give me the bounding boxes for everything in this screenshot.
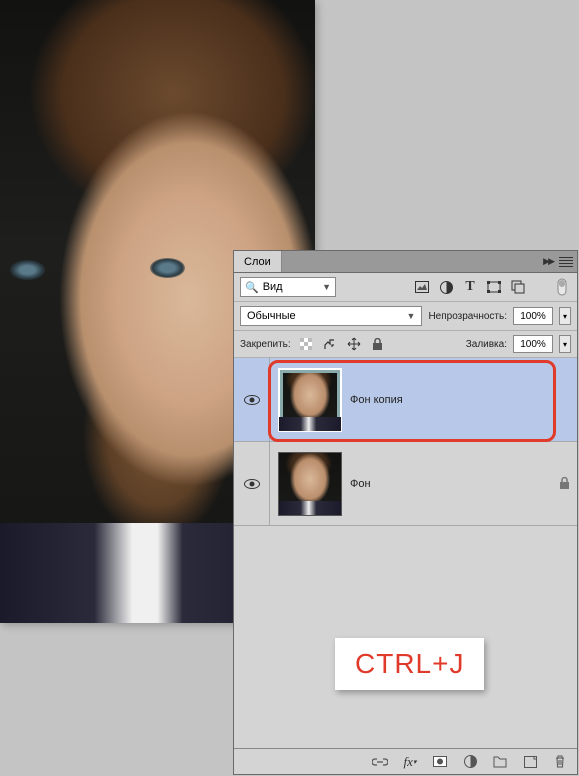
layer-row[interactable]: Фон <box>234 442 577 526</box>
filter-label: Вид <box>263 281 318 293</box>
lock-icon <box>559 477 570 490</box>
lock-all-button[interactable] <box>369 335 387 353</box>
opacity-label: Непрозрачность: <box>428 311 507 322</box>
fill-value: 100% <box>520 339 546 350</box>
layer-mask-button[interactable] <box>431 753 449 771</box>
filter-toggle-switch[interactable] <box>553 278 571 296</box>
shortcut-hint: CTRL+J <box>335 638 484 690</box>
menu-icon <box>559 257 573 267</box>
filter-type-select[interactable]: 🔍 Вид ▼ <box>240 277 336 297</box>
layer-name[interactable]: Фон копия <box>350 394 551 406</box>
lock-position-button[interactable] <box>345 335 363 353</box>
fill-input[interactable]: 100% <box>513 335 553 353</box>
blend-mode-select[interactable]: Обычные ▼ <box>240 306 422 326</box>
visibility-toggle[interactable] <box>234 358 270 441</box>
adjustment-layer-button[interactable] <box>461 753 479 771</box>
opacity-input[interactable]: 100% <box>513 307 553 325</box>
panel-menu-button[interactable]: ▶▶ <box>543 256 577 267</box>
layer-thumbnail[interactable] <box>278 452 342 516</box>
layer-name[interactable]: Фон <box>350 478 551 490</box>
fill-dropdown[interactable]: ▾ <box>559 335 571 353</box>
lock-label: Закрепить: <box>240 339 291 350</box>
blend-row: Обычные ▼ Непрозрачность: 100% ▾ <box>234 302 577 331</box>
fill-label: Заливка: <box>466 339 507 350</box>
filter-type-icon[interactable]: T <box>461 278 479 296</box>
lock-image-button[interactable] <box>321 335 339 353</box>
filter-smartobject-icon[interactable] <box>509 278 527 296</box>
layer-style-button[interactable]: fx▾ <box>401 753 419 771</box>
opacity-dropdown[interactable]: ▾ <box>559 307 571 325</box>
new-layer-button[interactable] <box>521 753 539 771</box>
layers-panel: Слои ▶▶ 🔍 Вид ▼ T О <box>233 250 578 775</box>
filter-adjustment-icon[interactable] <box>437 278 455 296</box>
shortcut-text: CTRL+J <box>355 648 464 679</box>
eye-icon <box>244 395 260 405</box>
panel-footer: fx▾ <box>234 748 577 774</box>
opacity-value: 100% <box>520 311 546 322</box>
delete-layer-button[interactable] <box>551 753 569 771</box>
layer-row[interactable]: Фон копия <box>234 358 577 442</box>
visibility-toggle[interactable] <box>234 442 270 525</box>
layer-thumbnail[interactable] <box>278 368 342 432</box>
eye-icon <box>244 479 260 489</box>
filter-row: 🔍 Вид ▼ T <box>234 273 577 302</box>
link-layers-button[interactable] <box>371 753 389 771</box>
chevron-down-icon: ▼ <box>407 311 416 321</box>
tab-label: Слои <box>244 256 271 268</box>
filter-shape-icon[interactable] <box>485 278 503 296</box>
filter-pixel-icon[interactable] <box>413 278 431 296</box>
lock-row: Закрепить: Заливка: 100% ▾ <box>234 331 577 358</box>
search-icon: 🔍 <box>245 281 259 294</box>
layer-lock-indicator <box>551 477 577 490</box>
tab-layers[interactable]: Слои <box>234 251 282 272</box>
group-button[interactable] <box>491 753 509 771</box>
panel-tab-bar: Слои ▶▶ <box>234 251 577 273</box>
lock-transparency-button[interactable] <box>297 335 315 353</box>
collapse-icon: ▶▶ <box>543 256 553 267</box>
chevron-down-icon: ▼ <box>322 282 331 292</box>
blend-mode-value: Обычные <box>247 310 296 322</box>
